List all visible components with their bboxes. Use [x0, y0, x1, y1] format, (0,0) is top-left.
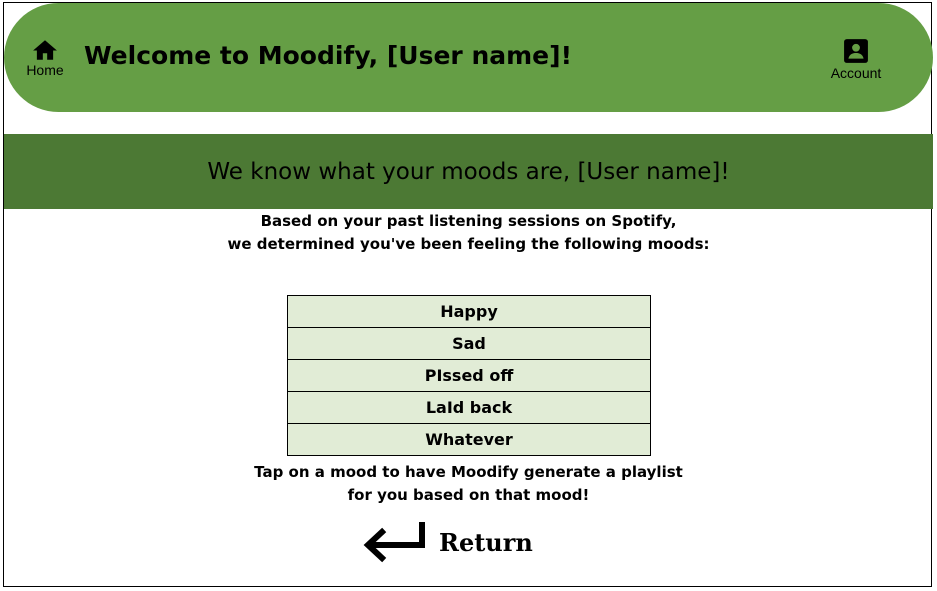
page-title: Welcome to Moodify, [User name]! [84, 41, 572, 70]
intro-text: Based on your past listening sessions on… [0, 210, 937, 256]
account-box-icon [844, 39, 868, 63]
tap-hint-line-2: for you based on that mood! [347, 486, 590, 504]
tap-hint-text: Tap on a mood to have Moodify generate a… [0, 461, 937, 507]
top-header: Home Welcome to Moodify, [User name]! Ac… [4, 3, 933, 112]
banner-heading: We know what your moods are, [User name]… [207, 158, 730, 185]
intro-line-1: Based on your past listening sessions on… [260, 212, 677, 230]
return-button[interactable]: Return [360, 520, 533, 564]
account-label: Account [830, 65, 882, 81]
mood-banner: We know what your moods are, [User name]… [4, 134, 933, 209]
return-arrow-icon [363, 522, 425, 563]
mood-option-pissed-off[interactable]: PIssed off [287, 359, 651, 392]
mood-option-happy[interactable]: Happy [287, 295, 651, 328]
home-icon [33, 40, 57, 60]
home-nav-button[interactable]: Home [22, 39, 68, 78]
account-nav-button[interactable]: Account [822, 38, 890, 81]
mood-option-whatever[interactable]: Whatever [287, 423, 651, 456]
mood-option-sad[interactable]: Sad [287, 327, 651, 360]
mood-option-laid-back[interactable]: LaId back [287, 391, 651, 424]
tap-hint-line-1: Tap on a mood to have Moodify generate a… [254, 463, 683, 481]
home-label: Home [26, 62, 64, 78]
intro-line-2: we determined you've been feeling the fo… [227, 235, 710, 253]
mood-list: Happy Sad PIssed off LaId back Whatever [287, 295, 651, 456]
return-label: Return [439, 527, 533, 557]
